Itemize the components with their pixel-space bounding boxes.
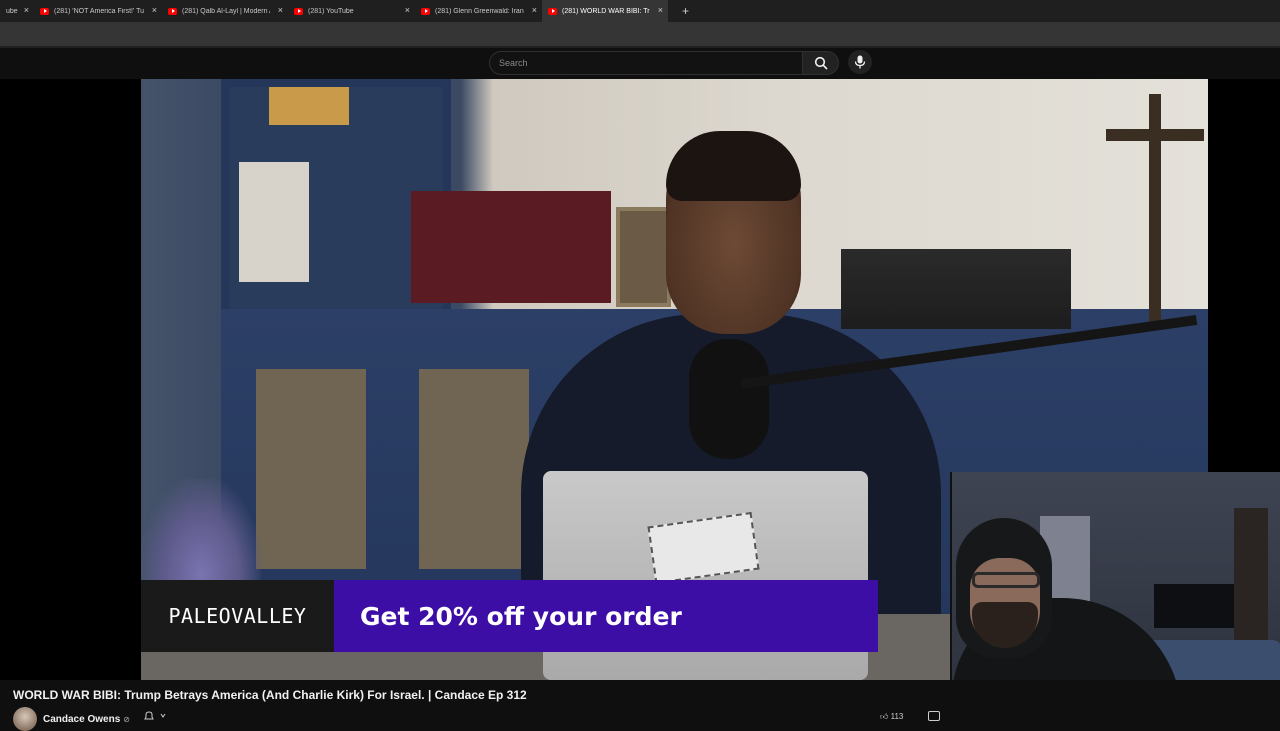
new-tab-button[interactable]: +: [682, 0, 689, 22]
close-tab-icon[interactable]: ×: [658, 5, 663, 16]
video-cabinet-panel: [256, 369, 366, 569]
verified-badge-icon: ⊘: [123, 714, 130, 724]
tab-title: (281) WORLD WAR BIBI: Trump: [562, 7, 650, 15]
video-lamp: [269, 87, 349, 125]
browser-tab[interactable]: (281) 'NOT America First!' Tucke ×: [34, 0, 162, 22]
tab-title: (281) Glenn Greenwald: Iran Wa: [435, 7, 525, 15]
youtube-favicon-icon: [168, 7, 177, 15]
browser-tab[interactable]: (281) Glenn Greenwald: Iran Wa ×: [415, 0, 542, 22]
tab-title: (281) 'NOT America First!' Tucke: [54, 7, 144, 15]
ad-offer-text: Get 20% off your order: [334, 580, 878, 652]
search-box[interactable]: [489, 51, 802, 75]
browser-tab[interactable]: (281) YouTube ×: [288, 0, 415, 22]
video-info: WORLD WAR BIBI: Trump Betrays America (A…: [0, 680, 1280, 731]
voice-search-button[interactable]: [848, 50, 872, 74]
tab-title: (281) YouTube: [308, 7, 354, 15]
youtube-favicon-icon: [548, 7, 557, 15]
video-picture-frame: [616, 207, 671, 307]
channel-name[interactable]: Candace Owens: [43, 714, 120, 725]
video-books: [239, 162, 309, 282]
close-tab-icon[interactable]: ×: [405, 5, 410, 16]
sponsor-ad-banner: PALEOVALLEY Get 20% off your order: [141, 580, 878, 652]
close-tab-icon[interactable]: ×: [24, 5, 29, 16]
browser-tab-strip: ube × (281) 'NOT America First!' Tucke ×…: [0, 0, 1280, 22]
youtube-favicon-icon: [421, 7, 430, 15]
video-cabinet-panel: [419, 369, 529, 569]
channel-avatar[interactable]: [13, 707, 37, 731]
search-button[interactable]: [802, 51, 839, 75]
video-microphone: [689, 339, 769, 459]
search-input[interactable]: [490, 52, 802, 74]
youtube-favicon-icon: [294, 7, 303, 15]
close-tab-icon[interactable]: ×: [152, 5, 157, 16]
browser-tab[interactable]: (281) Qalb Al-Layl | Modern An ×: [162, 0, 288, 22]
youtube-favicon-icon: [40, 7, 49, 15]
video-title: WORLD WAR BIBI: Trump Betrays America (A…: [13, 688, 527, 702]
webcam-tv: [1154, 584, 1234, 628]
browser-tab[interactable]: ube ×: [0, 0, 34, 22]
video-crucifix-arm: [1106, 129, 1204, 141]
tab-title: ube: [6, 7, 18, 15]
search-icon: [814, 56, 828, 70]
close-tab-icon[interactable]: ×: [532, 5, 537, 16]
video-book-stack: [841, 249, 1071, 329]
video-red-books: [411, 191, 611, 303]
microphone-icon: [854, 55, 866, 69]
webcam-person-glasses: [972, 572, 1040, 588]
webcam-bookshelf: [1234, 508, 1268, 658]
close-tab-icon[interactable]: ×: [278, 5, 283, 16]
channel-row: Candace Owens ⊘: [13, 707, 130, 731]
youtube-masthead: [0, 48, 1280, 79]
tab-title: (281) Qalb Al-Layl | Modern An: [182, 7, 270, 15]
like-button[interactable]: 👍︎ 113: [880, 712, 903, 722]
browser-toolbar: [0, 22, 1280, 46]
browser-tab-active[interactable]: (281) WORLD WAR BIBI: Trump ×: [542, 0, 668, 22]
ad-brand-logo: PALEOVALLEY: [141, 580, 334, 652]
